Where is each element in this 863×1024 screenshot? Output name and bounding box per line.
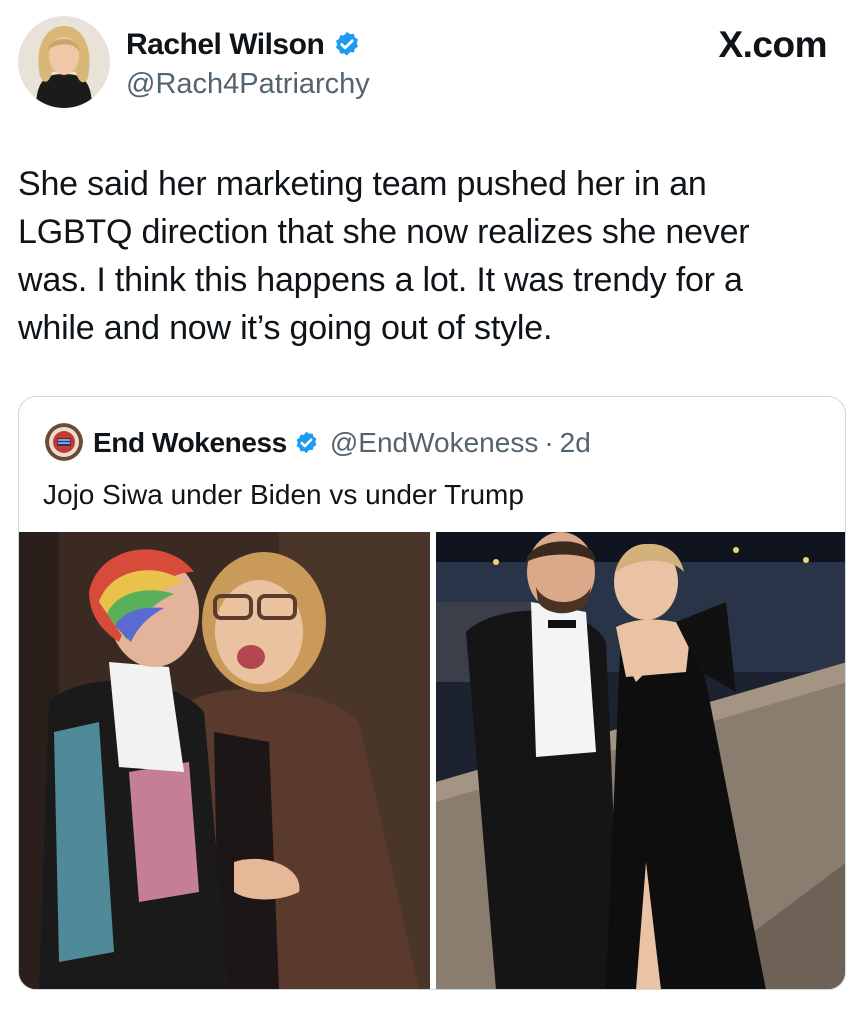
quoted-tweet-text: Jojo Siwa under Biden vs under Trump <box>43 479 524 510</box>
quoted-tweet-header: End Wokeness @EndWokeness · 2d <box>93 427 591 459</box>
brand-watermark: X.com <box>718 24 827 65</box>
tweet-text: She said her marketing team pushed her i… <box>18 165 750 347</box>
quoted-tweet-timestamp[interactable]: 2d <box>560 427 591 459</box>
author-avatar[interactable] <box>18 16 110 108</box>
quoted-author-name[interactable]: End Wokeness <box>93 427 287 459</box>
header-separator: · <box>544 427 554 458</box>
quoted-author-handle[interactable]: @EndWokeness <box>330 427 538 459</box>
verified-badge-icon <box>296 431 317 453</box>
quoted-media-photo-left[interactable] <box>19 532 430 989</box>
verified-badge-icon <box>336 31 359 56</box>
quoted-media-photo-right[interactable] <box>436 532 845 989</box>
author-name-text[interactable]: Rachel Wilson <box>126 28 325 62</box>
quoted-tweet-card[interactable]: End Wokeness @EndWokeness · 2d Jojo Siwa… <box>18 396 846 990</box>
quoted-author-avatar[interactable] <box>45 423 83 461</box>
author-name[interactable]: Rachel Wilson <box>126 28 362 62</box>
author-handle[interactable]: @Rach4Patriarchy <box>126 68 370 101</box>
